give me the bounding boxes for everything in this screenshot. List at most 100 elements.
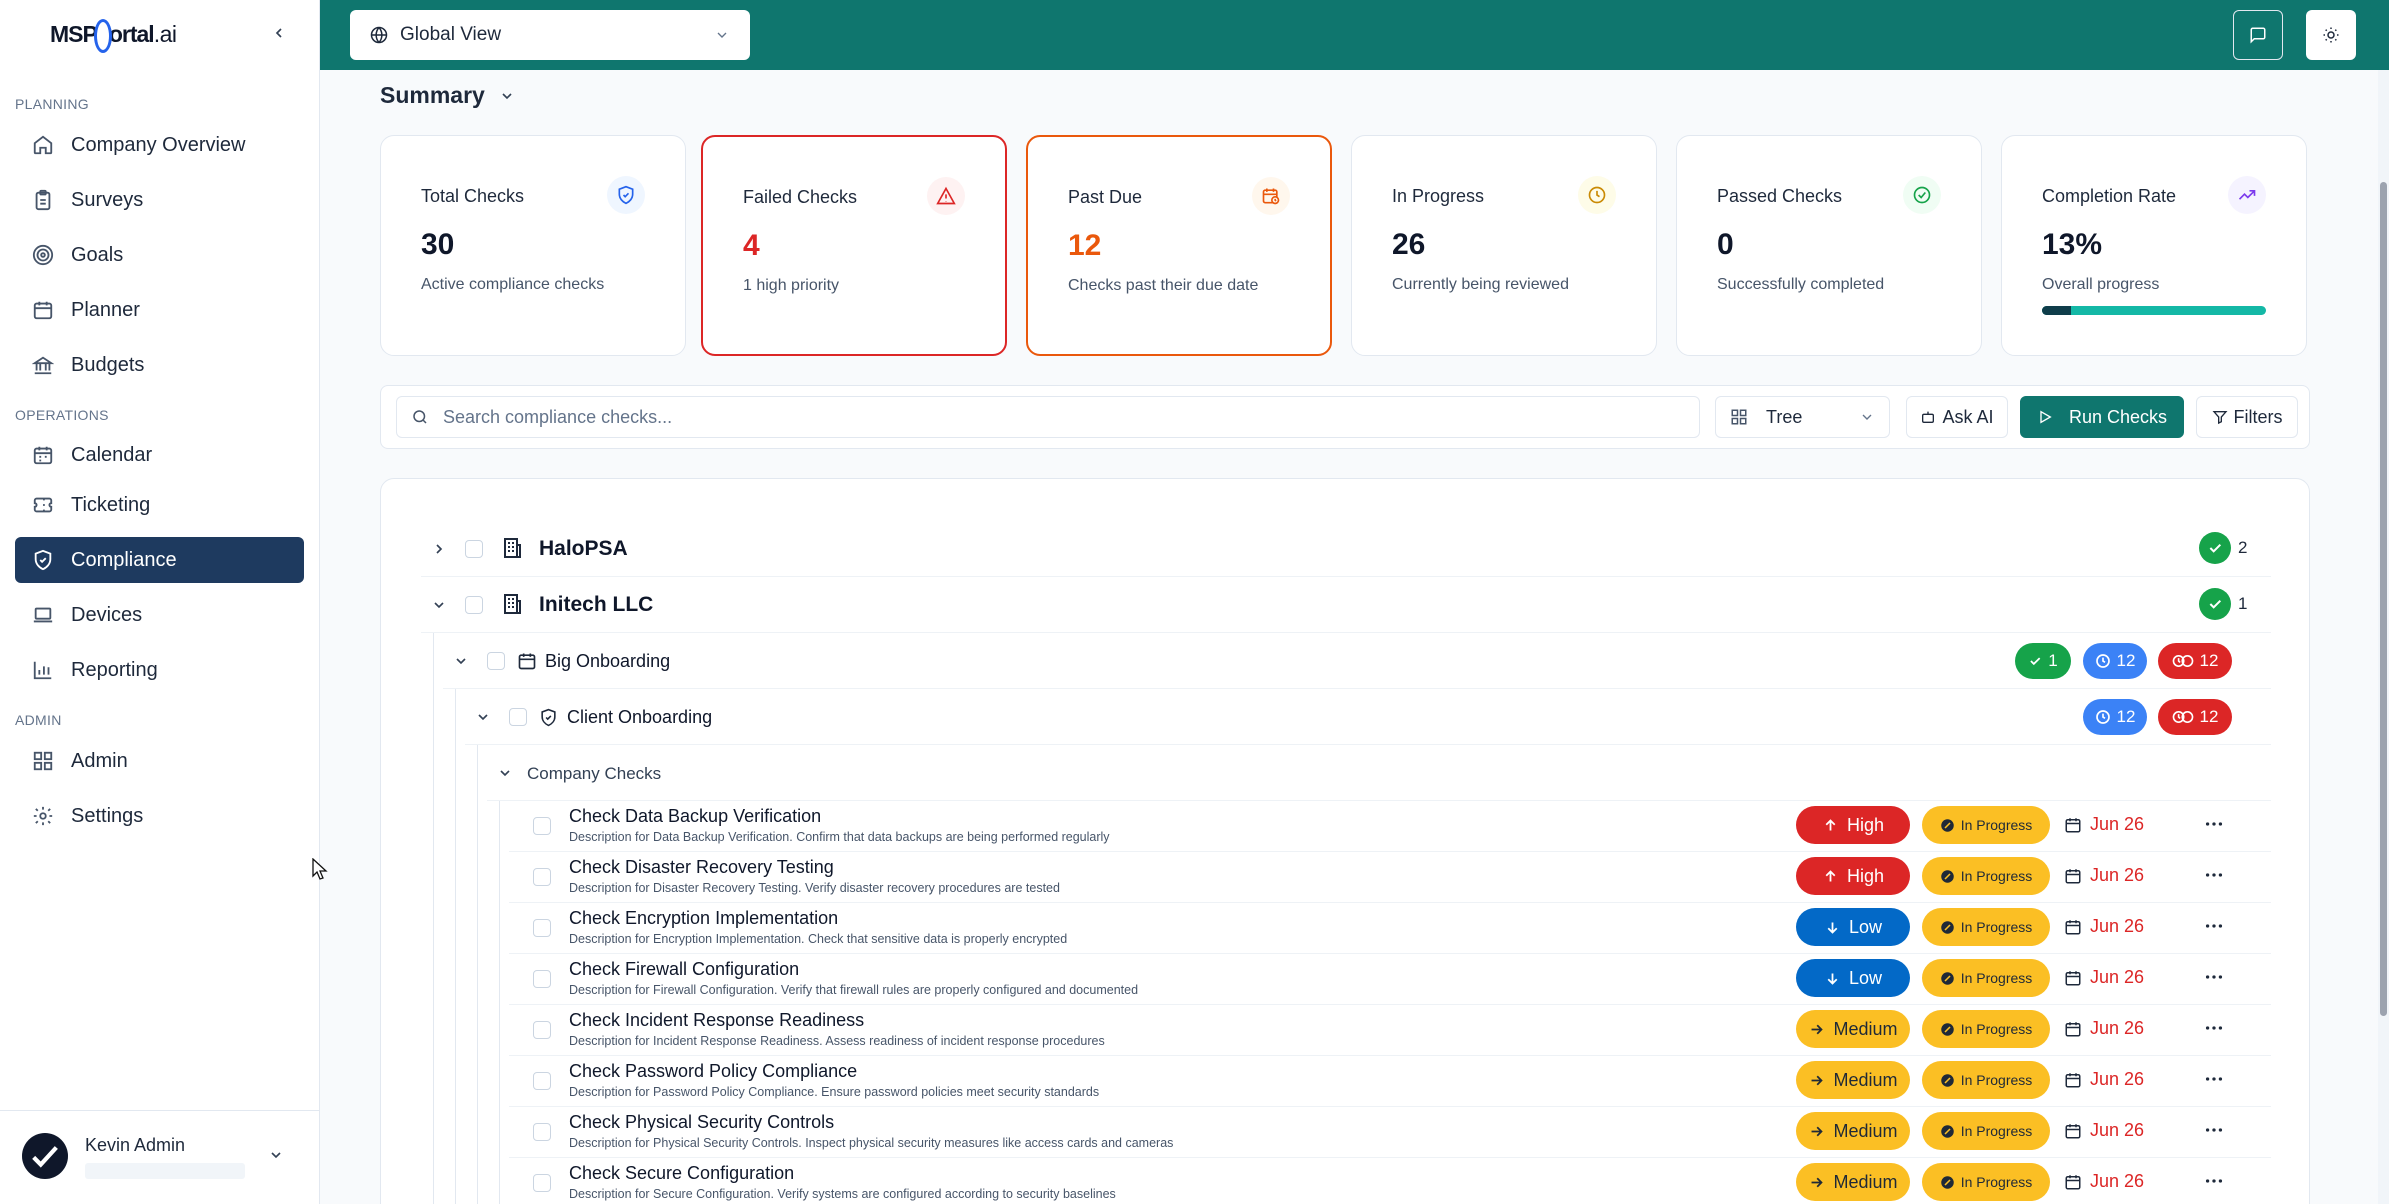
more-horizontal-icon[interactable] (2203, 1170, 2225, 1192)
stat-card-in-progress[interactable]: In Progress 26 Currently being reviewed (1351, 135, 1657, 356)
collapse-sidebar-button[interactable] (266, 20, 292, 46)
row-checkbox[interactable] (487, 652, 505, 670)
sidebar-item-ticketing[interactable]: Ticketing (15, 482, 304, 528)
brand-logo[interactable]: MSP ortal .ai (50, 16, 177, 53)
sidebar-item-compliance[interactable]: Compliance (15, 537, 304, 583)
row-checkbox[interactable] (533, 1174, 551, 1192)
priority-badge[interactable]: Medium (1796, 1112, 1910, 1150)
check-title[interactable]: Check Data Backup Verification (569, 806, 821, 827)
sidebar-item-settings[interactable]: Settings (15, 793, 304, 839)
due-date[interactable]: Jun 26 (2064, 1018, 2144, 1039)
chevron-down-icon[interactable] (497, 765, 513, 781)
row-checkbox[interactable] (533, 1021, 551, 1039)
scrollbar[interactable] (2378, 70, 2389, 1204)
check-row[interactable]: Check Disaster Recovery Testing Descripti… (509, 852, 2271, 903)
check-row[interactable]: Check Firewall Configuration Description … (509, 954, 2271, 1005)
due-date[interactable]: Jun 26 (2064, 967, 2144, 988)
tree-group-row[interactable]: Company Checks (487, 745, 2271, 801)
check-title[interactable]: Check Incident Response Readiness (569, 1010, 864, 1031)
tree-framework-row[interactable]: Client Onboarding 12 12 (465, 689, 2271, 745)
due-date[interactable]: Jun 26 (2064, 1120, 2144, 1141)
more-horizontal-icon[interactable] (2203, 813, 2225, 835)
due-date[interactable]: Jun 26 (2064, 1069, 2144, 1090)
due-date[interactable]: Jun 26 (2064, 916, 2144, 937)
sidebar-item-company-overview[interactable]: Company Overview (15, 122, 304, 168)
sidebar-item-reporting[interactable]: Reporting (15, 647, 304, 693)
messages-button[interactable] (2233, 10, 2283, 60)
user-menu[interactable]: Kevin Admin (0, 1110, 320, 1204)
chevron-down-icon[interactable] (475, 709, 491, 725)
ask-ai-button[interactable]: Ask AI (1906, 396, 2008, 438)
filters-button[interactable]: Filters (2196, 396, 2298, 438)
status-badge[interactable]: In Progress (1922, 959, 2050, 997)
status-badge[interactable]: In Progress (1922, 1163, 2050, 1201)
priority-badge[interactable]: High (1796, 806, 1910, 844)
sidebar-item-budgets[interactable]: Budgets (15, 342, 304, 388)
stat-card-past-due[interactable]: Past Due 12 Checks past their due date (1026, 135, 1332, 356)
theme-toggle-button[interactable] (2306, 10, 2356, 60)
check-row[interactable]: Check Incident Response Readiness Descrip… (509, 1005, 2271, 1056)
status-badge[interactable]: In Progress (1922, 908, 2050, 946)
search-input[interactable]: Search compliance checks... (396, 396, 1700, 438)
sidebar-item-goals[interactable]: Goals (15, 232, 304, 278)
priority-badge[interactable]: Medium (1796, 1061, 1910, 1099)
priority-badge[interactable]: Low (1796, 959, 1910, 997)
more-horizontal-icon[interactable] (2203, 915, 2225, 937)
row-checkbox[interactable] (465, 540, 483, 558)
tree-project-row[interactable]: Big Onboarding 1 12 12 (443, 633, 2271, 689)
due-date[interactable]: Jun 26 (2064, 814, 2144, 835)
check-row[interactable]: Check Data Backup Verification Descriptio… (509, 801, 2271, 852)
stat-card-total-checks[interactable]: Total Checks 30 Active compliance checks (380, 135, 686, 356)
priority-badge[interactable]: Medium (1796, 1010, 1910, 1048)
check-title[interactable]: Check Secure Configuration (569, 1163, 794, 1184)
sidebar-item-surveys[interactable]: Surveys (15, 177, 304, 223)
status-badge[interactable]: In Progress (1922, 1061, 2050, 1099)
sidebar-item-calendar[interactable]: Calendar (15, 432, 304, 478)
check-title[interactable]: Check Physical Security Controls (569, 1112, 834, 1133)
check-row[interactable]: Check Encryption Implementation Descripti… (509, 903, 2271, 954)
row-checkbox[interactable] (533, 1072, 551, 1090)
more-horizontal-icon[interactable] (2203, 1017, 2225, 1039)
run-checks-button[interactable]: Run Checks (2020, 396, 2184, 438)
due-date[interactable]: Jun 26 (2064, 1171, 2144, 1192)
check-title[interactable]: Check Encryption Implementation (569, 908, 838, 929)
tree-company-row[interactable]: HaloPSA 2 (421, 521, 2271, 577)
sidebar-item-admin[interactable]: Admin (15, 738, 304, 784)
check-row[interactable]: Check Physical Security Controls Descript… (509, 1107, 2271, 1158)
status-badge[interactable]: In Progress (1922, 806, 2050, 844)
chevron-right-icon[interactable] (431, 541, 447, 557)
priority-badge[interactable]: Medium (1796, 1163, 1910, 1201)
status-badge[interactable]: In Progress (1922, 857, 2050, 895)
priority-badge[interactable]: High (1796, 857, 1910, 895)
scrollbar-thumb[interactable] (2380, 182, 2387, 1016)
priority-badge[interactable]: Low (1796, 908, 1910, 946)
view-selector[interactable]: Global View (350, 10, 750, 60)
due-date[interactable]: Jun 26 (2064, 865, 2144, 886)
row-checkbox[interactable] (509, 708, 527, 726)
check-title[interactable]: Check Password Policy Compliance (569, 1061, 857, 1082)
chevron-down-icon[interactable] (431, 597, 447, 613)
more-horizontal-icon[interactable] (2203, 1068, 2225, 1090)
tree-company-row[interactable]: Initech LLC 1 (421, 577, 2271, 633)
stat-card-failed-checks[interactable]: Failed Checks 4 1 high priority (701, 135, 1007, 356)
more-horizontal-icon[interactable] (2203, 966, 2225, 988)
row-checkbox[interactable] (533, 817, 551, 835)
check-row[interactable]: Check Password Policy Compliance Descript… (509, 1056, 2271, 1107)
row-checkbox[interactable] (465, 596, 483, 614)
row-checkbox[interactable] (533, 970, 551, 988)
more-horizontal-icon[interactable] (2203, 1119, 2225, 1141)
view-mode-select[interactable]: Tree (1715, 396, 1890, 438)
row-checkbox[interactable] (533, 919, 551, 937)
check-title[interactable]: Check Disaster Recovery Testing (569, 857, 834, 878)
row-checkbox[interactable] (533, 868, 551, 886)
stat-card-passed-checks[interactable]: Passed Checks 0 Successfully completed (1676, 135, 1982, 356)
chevron-down-icon[interactable] (453, 653, 469, 669)
sidebar-item-planner[interactable]: Planner (15, 287, 304, 333)
row-checkbox[interactable] (533, 1123, 551, 1141)
status-badge[interactable]: In Progress (1922, 1010, 2050, 1048)
stat-card-completion-rate[interactable]: Completion Rate 13% Overall progress (2001, 135, 2307, 356)
check-title[interactable]: Check Firewall Configuration (569, 959, 799, 980)
check-row[interactable]: Check Secure Configuration Description fo… (509, 1158, 2271, 1204)
status-badge[interactable]: In Progress (1922, 1112, 2050, 1150)
sidebar-item-devices[interactable]: Devices (15, 592, 304, 638)
